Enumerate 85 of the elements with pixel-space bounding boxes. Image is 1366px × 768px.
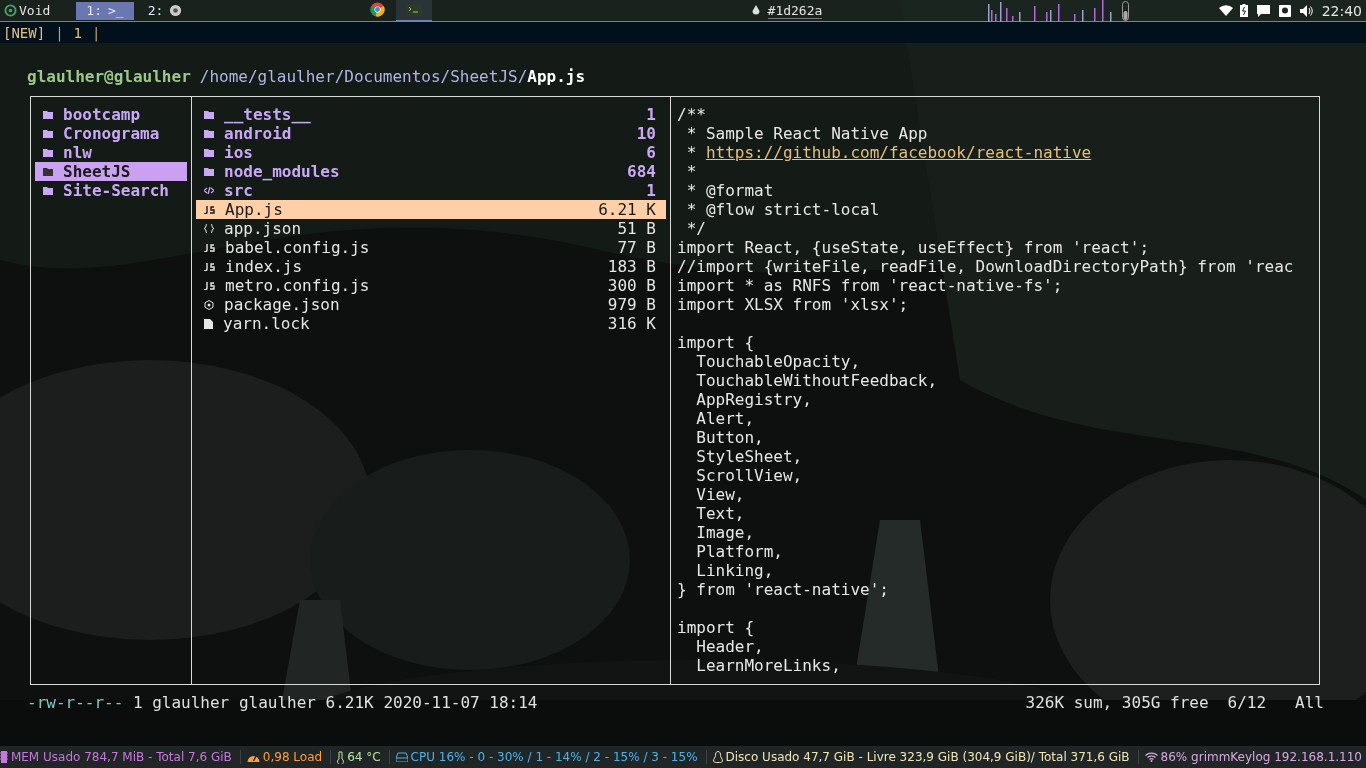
code-line: AppRegistry,	[695, 390, 813, 409]
position: 6/12	[1227, 693, 1267, 712]
window-number[interactable]: 1	[73, 24, 83, 41]
file-item[interactable]: babel.config.js 77 B	[196, 238, 666, 257]
code-line: * Sample React Native App	[685, 124, 929, 143]
chat-icon[interactable]	[1256, 4, 1270, 17]
volume-icon[interactable]	[1299, 4, 1313, 17]
workspace-tab[interactable]: 2:	[137, 1, 193, 20]
color-value: #1d262a	[767, 2, 823, 19]
os-logo[interactable]: Void	[4, 3, 51, 18]
scroll-position: All	[1295, 693, 1324, 712]
code-line: Alert,	[695, 409, 756, 428]
file-item[interactable]: android 10	[196, 124, 666, 143]
code-line: import XLSX from 'xlsx';	[676, 295, 910, 314]
hexagon-icon	[204, 299, 214, 310]
code-line: TouchableWithoutFeedback,	[695, 371, 939, 390]
file-item[interactable]: app.json 51 B	[196, 219, 666, 238]
js-icon	[204, 205, 215, 214]
thermometer-icon	[337, 750, 345, 764]
wifi-icon	[1144, 752, 1158, 762]
status-text: MEM Usado 784,7 MiB - Total 7,6 GiB	[10, 750, 232, 764]
status-text: 64 °C	[347, 750, 381, 764]
code-line: import {	[676, 618, 756, 637]
file-item[interactable]: __tests__ 1	[196, 105, 666, 124]
folder-item[interactable]: SheetJS	[35, 162, 187, 181]
file-item[interactable]: ios 6	[196, 143, 666, 162]
code-line: *	[685, 162, 698, 181]
clock: 22:40	[1321, 2, 1362, 19]
code-line: } from 'react-native';	[676, 580, 890, 599]
code-line: StyleSheet,	[695, 447, 804, 466]
file-info: 1 glaulher glaulher 6.21K 2020-11-07 18:14	[132, 693, 538, 712]
js-icon	[204, 262, 215, 271]
file-item[interactable]: node_modules 684	[196, 162, 666, 181]
folder-item[interactable]: Cronograma	[35, 124, 187, 143]
code-icon	[204, 186, 214, 195]
current-path: /home/glaulher/Documentos/SheetJS/App.js	[199, 67, 586, 86]
code-line: TouchableOpacity,	[695, 352, 862, 371]
chip-icon	[0, 751, 8, 763]
status-text: 0,98 Load	[262, 750, 323, 764]
file-item[interactable]: App.js 6.21 K	[196, 200, 666, 219]
code-line: Header,	[695, 637, 765, 656]
browser-icon[interactable]	[370, 2, 386, 17]
file-item[interactable]: src 1	[196, 181, 666, 200]
code-line: LearnMoreLinks,	[695, 656, 842, 675]
folder-item[interactable]: Site-Search	[35, 181, 187, 200]
status-text: Disco Usado 47,7 GiB - Livre 323,9 GiB (304,9 GiB)/ Total 371,6 GiB	[725, 750, 1130, 764]
code-line: View,	[695, 485, 746, 504]
separator: |	[92, 24, 101, 41]
code-line: Linking,	[695, 561, 775, 580]
code-line: Button,	[695, 428, 765, 447]
js-icon	[204, 243, 215, 252]
link[interactable]: https://github.com/facebook/react-native	[705, 143, 1092, 162]
file-permissions: -rw-r--r--	[27, 693, 124, 712]
separator: |	[55, 24, 64, 41]
code-line: import * as RNFS from 'react-native-fs';	[676, 276, 1064, 295]
code-line: //import {writeFile, readFile, DownloadDirectoryPath} from 'reac	[676, 257, 1295, 276]
disk-summary: 326K sum, 305G free	[1025, 693, 1209, 712]
file-item[interactable]: package.json 979 B	[196, 295, 666, 314]
code-line: * @format	[685, 181, 775, 200]
file-item[interactable]: index.js 183 B	[196, 257, 666, 276]
js-icon	[204, 281, 215, 290]
braces-icon	[204, 224, 214, 233]
status-text: CPU 16% - 0 - 30% / 1 - 14% / 2 - 15% / 3 - 15%	[410, 750, 698, 764]
code-line: Image,	[695, 523, 756, 542]
battery-icon[interactable]	[1239, 4, 1248, 17]
code-line: /**	[676, 105, 707, 124]
code-line: */	[685, 219, 707, 238]
file-item[interactable]: yarn.lock 316 K	[196, 314, 666, 333]
status-text: 86% grimmKeylog 192.168.1.110	[1160, 750, 1362, 764]
browser-icon	[169, 4, 183, 17]
code-line: Platform,	[695, 542, 784, 561]
wifi-icon[interactable]	[1218, 5, 1233, 16]
session-tag: [NEW]	[3, 24, 46, 41]
user-host: glaulher@glaulher	[27, 67, 191, 86]
code-line: ScrollView,	[695, 466, 804, 485]
folder-item[interactable]: bootcamp	[35, 105, 187, 124]
code-line: import React, {useState, useEffect} from 'react';	[676, 238, 1150, 257]
document-icon	[204, 318, 213, 329]
drop-icon	[751, 5, 760, 16]
code-line: Text,	[695, 504, 746, 523]
code-line: * @flow strict-local	[685, 200, 881, 219]
code-line: * https://github.com/facebook/react-native	[685, 143, 1093, 162]
file-item[interactable]: metro.config.js 300 B	[196, 276, 666, 295]
code-line: import {	[676, 333, 756, 352]
folder-item[interactable]: nlw	[35, 143, 187, 162]
